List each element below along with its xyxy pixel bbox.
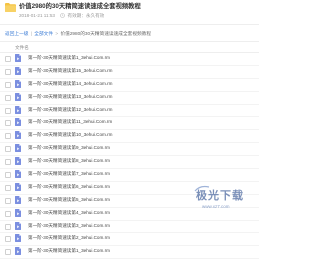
- file-name[interactable]: 第一阶-30天精简速读第15_3ehui.Com.rm: [28, 68, 113, 74]
- list-item[interactable]: 第一阶-30天精简速读第9_3ehui.Com.rm: [0, 143, 259, 157]
- file-name[interactable]: 第一阶-30天精简速读第11_3ehui.Com.rm: [28, 119, 112, 125]
- file-name[interactable]: 第一阶-30天精简速读第9_3ehui.Com.rm: [28, 145, 110, 151]
- list-item[interactable]: 第一阶-30天精简速读第10_3ehui.Com.rm: [0, 130, 259, 144]
- page-title: 价值2980的30天精简速读速成全套视频教程: [19, 3, 141, 10]
- video-file-icon: [15, 105, 21, 114]
- list-item[interactable]: 第一阶-30天精简速读第8_3ehui.Com.rm: [0, 156, 259, 170]
- video-file-icon: [15, 208, 21, 217]
- list-item[interactable]: 第一阶-30天精简速读第11_3ehui.Com.rm: [0, 117, 259, 131]
- watermark-url: www.xz7.com: [202, 204, 230, 209]
- row-checkbox[interactable]: [5, 94, 11, 101]
- row-checkbox[interactable]: [5, 107, 11, 114]
- video-file-icon: [15, 157, 21, 166]
- list-item[interactable]: 第一阶-30天精简速读第1_3ehui.Com.rm: [0, 246, 259, 259]
- row-checkbox[interactable]: [5, 210, 11, 217]
- list-item[interactable]: 第一阶-30天精简速读第12_3ehui.Com.rm: [0, 105, 259, 118]
- watermark-logo: 极光下载 www.xz7.com: [194, 185, 256, 209]
- row-checkbox[interactable]: [5, 159, 11, 166]
- share-timestamp: 2018-01-21 11:53: [19, 13, 55, 18]
- video-file-icon: [15, 92, 21, 101]
- row-checkbox[interactable]: [5, 133, 11, 140]
- file-name[interactable]: 第一阶-30天精简速读第13_3ehui.Com.rm: [28, 94, 113, 100]
- file-name[interactable]: 第一阶-30天精简速读第6_3ehui.Com.rm: [28, 184, 110, 190]
- share-header: 价值2980的30天精简速读速成全套视频教程 2018-01-21 11:53 …: [0, 0, 259, 26]
- video-file-icon: [15, 221, 21, 230]
- file-name[interactable]: 第一阶-30天精简速读第1_3ehui.Com.rm: [28, 248, 110, 254]
- row-checkbox[interactable]: [5, 172, 11, 179]
- video-file-icon: [15, 234, 21, 243]
- file-name[interactable]: 第一阶-30天精简速读第7_3ehui.Com.rm: [28, 171, 110, 177]
- video-file-icon: [15, 79, 21, 88]
- header-divider: [0, 24, 259, 25]
- video-file-icon: [15, 144, 21, 153]
- row-checkbox[interactable]: [5, 68, 11, 75]
- row-checkbox[interactable]: [5, 249, 11, 256]
- breadcrumb: 返回上一级 | 全部文件 > 价值2980的30天精简速读速成全套视频教程: [5, 31, 151, 37]
- breadcrumb-current: 价值2980的30天精简速读速成全套视频教程: [60, 31, 152, 36]
- file-name[interactable]: 第一阶-30天精简速读第14_3ehui.Com.rm: [28, 81, 113, 87]
- list-item[interactable]: 第一阶-30天精简速读第2_3ehui.Com.rm: [0, 233, 259, 247]
- list-top-divider: [0, 41, 259, 42]
- video-file-icon: [15, 182, 21, 191]
- video-file-icon: [15, 54, 21, 62]
- share-meta: 2018-01-21 11:53 有效期：永久有效: [19, 13, 104, 19]
- row-checkbox[interactable]: [5, 197, 11, 204]
- list-item[interactable]: 第一阶-30天精简速读第15_3ehui.Com.rm: [0, 66, 259, 79]
- file-name[interactable]: 第一阶-30天精简速读第3_3ehui.Com.rm: [28, 223, 110, 229]
- row-checkbox[interactable]: [5, 236, 11, 243]
- share-icon: [60, 13, 66, 18]
- list-item[interactable]: 第一阶-30天精简速读第14_3ehui.Com.rm: [0, 79, 259, 92]
- file-name[interactable]: 第一阶-30天精简速读第5_3ehui.Com.rm: [28, 197, 110, 203]
- video-file-icon: [15, 170, 21, 179]
- list-item[interactable]: 第一阶-30天精简速读第7_3ehui.Com.rm: [0, 169, 259, 182]
- list-item[interactable]: 第一阶-30天精简速读第4_3ehui.Com.rm: [0, 208, 259, 221]
- file-name[interactable]: 第一阶-30天精简速读第10_3ehui.Com.rm: [28, 132, 113, 138]
- file-list: 第一阶-30天精简速读第1_3ehui.Com.rm 第一阶-30天精简速读第15…: [0, 53, 259, 259]
- list-item[interactable]: 第一阶-30天精简速读第3_3ehui.Com.rm: [0, 221, 259, 234]
- video-file-icon: [15, 66, 21, 75]
- file-name[interactable]: 第一阶-30天精简速读第1_3ehui.Com.rm: [28, 55, 110, 61]
- folder-icon: [5, 3, 16, 12]
- row-checkbox[interactable]: [5, 56, 11, 62]
- list-item[interactable]: 第一阶-30天精简速读第13_3ehui.Com.rm: [0, 92, 259, 105]
- video-file-icon: [15, 131, 21, 140]
- breadcrumb-separator: |: [30, 31, 32, 36]
- list-item[interactable]: 第一阶-30天精简速读第1_3ehui.Com.rm: [0, 53, 259, 66]
- share-expiry: 有效期：永久有效: [67, 13, 105, 18]
- file-name[interactable]: 第一阶-30天精简速读第4_3ehui.Com.rm: [28, 210, 110, 216]
- row-checkbox[interactable]: [5, 223, 11, 230]
- breadcrumb-root-link[interactable]: 全部文件: [34, 31, 53, 36]
- video-file-icon: [15, 247, 21, 256]
- file-name[interactable]: 第一阶-30天精简速读第2_3ehui.Com.rm: [28, 235, 110, 241]
- video-file-icon: [15, 118, 21, 127]
- breadcrumb-back-link[interactable]: 返回上一级: [5, 31, 28, 36]
- watermark-swoosh-icon: [194, 185, 210, 192]
- file-name[interactable]: 第一阶-30天精简速读第8_3ehui.Com.rm: [28, 158, 110, 164]
- column-header-filename[interactable]: 文件名: [15, 45, 29, 51]
- row-checkbox[interactable]: [5, 184, 11, 191]
- row-checkbox[interactable]: [5, 81, 11, 88]
- breadcrumb-separator: >: [55, 31, 59, 36]
- file-name[interactable]: 第一阶-30天精简速读第12_3ehui.Com.rm: [28, 107, 113, 113]
- row-checkbox[interactable]: [5, 120, 11, 127]
- video-file-icon: [15, 195, 21, 204]
- row-checkbox[interactable]: [5, 146, 11, 153]
